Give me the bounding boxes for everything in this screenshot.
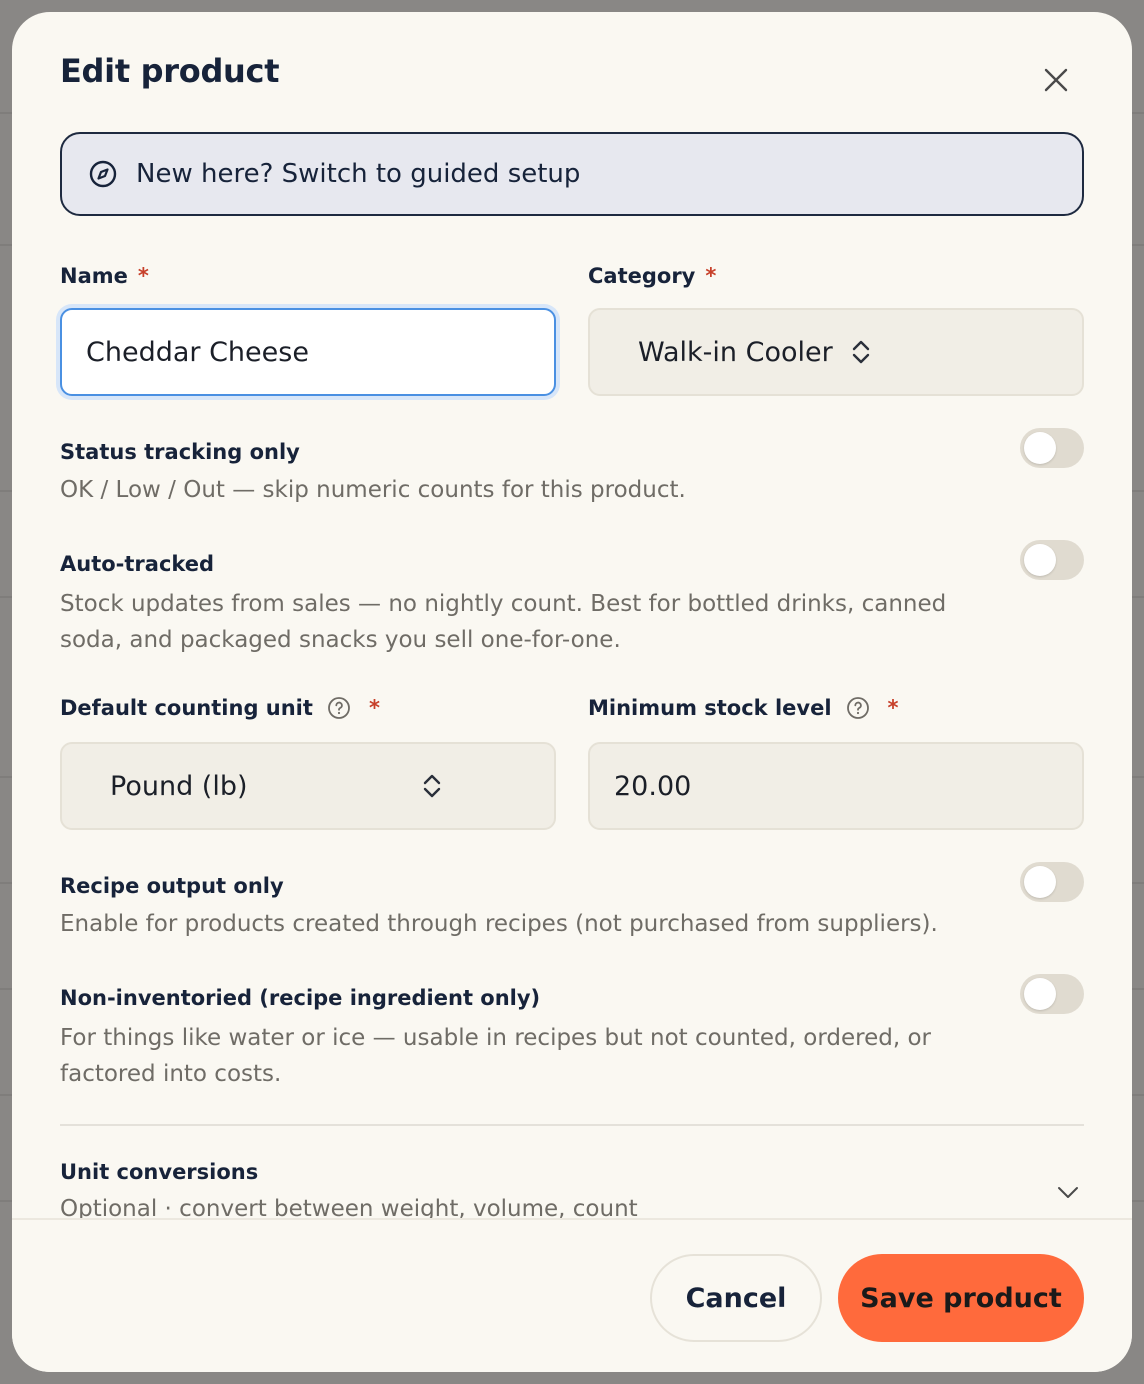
recipe-output-title: Recipe output only bbox=[60, 874, 284, 898]
min-stock-input-value: 20.00 bbox=[614, 770, 692, 802]
status-tracking-title: Status tracking only bbox=[60, 440, 300, 464]
name-input[interactable]: Cheddar Cheese bbox=[60, 308, 556, 396]
edit-product-dialog: Edit product New here? Switch to guided … bbox=[12, 12, 1132, 1372]
min-stock-input[interactable]: 20.00 bbox=[588, 742, 1084, 830]
unit-conversions-subtitle: Optional · convert between weight, volum… bbox=[60, 1196, 638, 1218]
help-icon[interactable] bbox=[327, 696, 351, 720]
non-inventoried-toggle[interactable] bbox=[1020, 974, 1084, 1014]
required-marker: * bbox=[887, 696, 899, 720]
auto-tracked-title: Auto-tracked bbox=[60, 552, 215, 576]
guided-setup-text: New here? Switch to guided setup bbox=[136, 159, 581, 189]
recipe-output-toggle[interactable] bbox=[1020, 862, 1084, 902]
toggle-knob bbox=[1024, 866, 1056, 898]
guided-setup-banner[interactable]: New here? Switch to guided setup bbox=[60, 132, 1084, 216]
required-marker: * bbox=[705, 264, 717, 288]
min-stock-label: Minimum stock level * bbox=[588, 696, 899, 720]
compass-icon bbox=[88, 159, 118, 189]
name-label-text: Name bbox=[60, 264, 128, 288]
category-label-text: Category bbox=[588, 264, 696, 288]
close-icon bbox=[1044, 68, 1068, 92]
min-stock-label-text: Minimum stock level bbox=[588, 696, 832, 720]
chevron-updown-icon bbox=[420, 772, 444, 800]
status-tracking-toggle[interactable] bbox=[1020, 428, 1084, 468]
dialog-footer: Cancel Save product bbox=[12, 1218, 1132, 1372]
chevron-down-icon bbox=[1056, 1180, 1080, 1204]
auto-tracked-description: Stock updates from sales — no nightly co… bbox=[60, 591, 947, 653]
dialog-title: Edit product bbox=[60, 52, 280, 90]
dialog-body: Edit product New here? Switch to guided … bbox=[12, 12, 1132, 1218]
non-inventoried-description: For things like water or ice — usable in… bbox=[60, 1025, 931, 1087]
chevron-updown-icon bbox=[849, 338, 873, 366]
toggle-knob bbox=[1024, 544, 1056, 576]
close-button[interactable] bbox=[1036, 60, 1076, 100]
name-input-value: Cheddar Cheese bbox=[86, 336, 309, 368]
required-marker: * bbox=[368, 696, 380, 720]
toggle-knob bbox=[1024, 978, 1056, 1010]
recipe-output-description: Enable for products created through reci… bbox=[60, 911, 938, 937]
counting-unit-label: Default counting unit * bbox=[60, 696, 380, 720]
category-label: Category * bbox=[588, 264, 716, 288]
non-inventoried-title: Non-inventoried (recipe ingredient only) bbox=[60, 986, 541, 1010]
category-select[interactable]: Walk-in Cooler bbox=[588, 308, 1084, 396]
auto-tracked-toggle[interactable] bbox=[1020, 540, 1084, 580]
counting-unit-label-text: Default counting unit bbox=[60, 696, 313, 720]
counting-unit-select[interactable]: Pound (lb) bbox=[60, 742, 556, 830]
help-icon[interactable] bbox=[846, 696, 870, 720]
cancel-button[interactable]: Cancel bbox=[650, 1254, 822, 1342]
unit-conversions-title: Unit conversions bbox=[60, 1160, 259, 1184]
status-tracking-description: OK / Low / Out — skip numeric counts for… bbox=[60, 477, 686, 503]
unit-conversions-section[interactable]: Unit conversions Optional · convert betw… bbox=[60, 1152, 1084, 1218]
counting-unit-select-value: Pound (lb) bbox=[110, 770, 248, 802]
section-divider bbox=[60, 1124, 1084, 1126]
required-marker: * bbox=[137, 264, 149, 288]
name-label: Name * bbox=[60, 264, 149, 288]
category-select-value: Walk-in Cooler bbox=[638, 336, 833, 368]
toggle-knob bbox=[1024, 432, 1056, 464]
save-product-button[interactable]: Save product bbox=[838, 1254, 1084, 1342]
